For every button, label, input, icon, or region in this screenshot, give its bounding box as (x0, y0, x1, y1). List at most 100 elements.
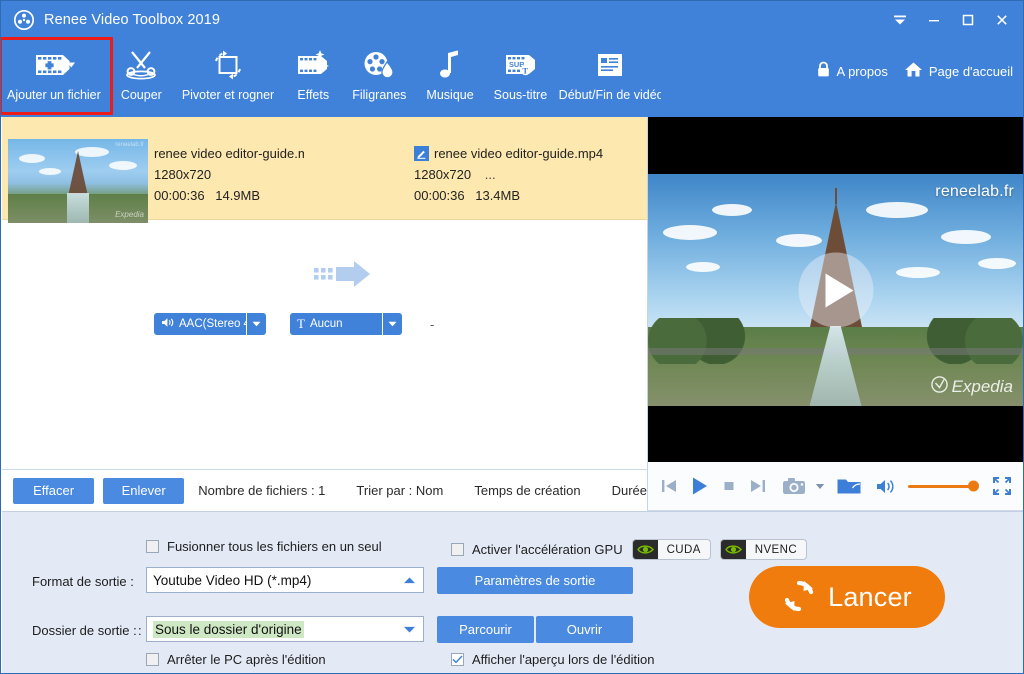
play-icon[interactable] (687, 474, 711, 498)
file-count-label: Nombre de fichiers : 1 (198, 483, 325, 498)
file-list[interactable]: reneelab.fr Expedia renee video editor-g… (2, 117, 648, 469)
close-button[interactable] (985, 5, 1019, 35)
source-duration-size: 00:00:36 14.9MB (154, 185, 304, 206)
cuda-badge: CUDA (632, 539, 711, 560)
toolbar-item-effets[interactable]: Effets (284, 39, 342, 113)
subtitle-icon: SUB T (503, 45, 537, 85)
add-file-icon (33, 45, 79, 85)
browse-button[interactable]: Parcourir (437, 616, 534, 643)
audio-chip-main[interactable]: AAC(Stereo 4 (154, 317, 246, 331)
title-bar: Renee Video Toolbox 2019 (1, 1, 1023, 39)
target-resolution-row: 1280x720 ... (414, 164, 644, 185)
app-window: Renee Video Toolbox 2019 (0, 0, 1024, 674)
thumbnail-watermark-top: reneelab.fr (115, 142, 144, 148)
subtitle-chip-main[interactable]: T Aucun (290, 316, 382, 332)
nvenc-badge: NVENC (720, 539, 807, 560)
toolbar-item-musique[interactable]: Musique (416, 39, 483, 113)
target-size: 13.4MB (475, 188, 520, 203)
toolbar-item-label: Début/Fin de vidéo (559, 88, 661, 102)
gpu-acceleration-checkbox[interactable] (451, 543, 464, 556)
text-t-icon: T (297, 316, 305, 332)
maximize-button[interactable] (951, 5, 985, 35)
caret-up-icon[interactable] (403, 573, 416, 588)
fullscreen-icon[interactable] (991, 475, 1013, 497)
about-link[interactable]: A propos (816, 61, 888, 81)
homepage-link[interactable]: Page d'accueil (904, 61, 1013, 81)
film-reel-icon (13, 9, 35, 31)
skip-previous-icon[interactable] (658, 475, 680, 497)
camera-icon[interactable] (782, 475, 808, 497)
source-size: 14.9MB (215, 188, 260, 203)
stop-icon[interactable] (718, 475, 740, 497)
open-button[interactable]: Ouvrir (536, 616, 633, 643)
merge-files-checkbox[interactable] (146, 540, 159, 553)
scissors-icon (123, 45, 159, 85)
play-overlay-icon[interactable] (798, 253, 873, 328)
creation-time-label[interactable]: Temps de création (474, 483, 580, 498)
output-folder-select[interactable]: Sous le dossier d'origine (146, 616, 424, 642)
output-format-select[interactable]: Youtube Video HD (*.mp4) (146, 567, 424, 593)
nvidia-eye-icon (633, 540, 658, 559)
toolbar-item-sous-titre[interactable]: SUB T Sous-titre (484, 39, 558, 113)
toolbar-links: A propos Page d'accueil (816, 61, 1013, 81)
shutdown-pc-checkbox[interactable] (146, 653, 159, 666)
rotate-crop-icon (211, 45, 245, 85)
skip-next-icon[interactable] (747, 475, 769, 497)
row-extra-text: - (430, 317, 434, 332)
window-controls (883, 1, 1019, 39)
nvenc-badge-label: NVENC (746, 544, 806, 556)
launch-button-label: Lancer (828, 582, 912, 613)
launch-button[interactable]: Lancer (749, 566, 945, 628)
duration-label[interactable]: Durée (612, 483, 647, 498)
target-file-name-row: renee video editor-guide.mp4 (414, 143, 644, 164)
target-file-name: renee video editor-guide.mp4 (434, 143, 603, 164)
menu-collapse-button[interactable] (883, 5, 917, 35)
output-format-value: Youtube Video HD (*.mp4) (153, 573, 311, 588)
volume-slider-knob[interactable] (968, 481, 979, 492)
audio-track-chip[interactable]: AAC(Stereo 4 (154, 313, 266, 335)
toolbar-item-label: Pivoter et rogner (182, 88, 274, 102)
toolbar-item-label: Musique (426, 88, 473, 102)
refresh-circle-icon (782, 579, 816, 616)
toolbar-item-add-file[interactable]: Ajouter un fichier (1, 39, 111, 113)
source-duration: 00:00:36 (154, 188, 205, 203)
speaker-icon (161, 317, 174, 331)
edit-pencil-icon[interactable] (414, 146, 429, 161)
camera-dropdown-icon[interactable] (815, 483, 825, 490)
thumbnail-watermark-bottom: Expedia (115, 210, 144, 219)
subtitle-chip-dropdown[interactable] (382, 313, 402, 335)
intro-outro-icon (594, 45, 626, 85)
effects-film-sparkle-icon (295, 45, 331, 85)
output-settings-button[interactable]: Paramètres de sortie (437, 567, 633, 594)
file-list-row[interactable]: reneelab.fr Expedia renee video editor-g… (2, 117, 647, 220)
music-note-icon (436, 45, 464, 85)
track-chips: AAC(Stereo 4 T Aucun - (154, 313, 434, 335)
subtitle-track-chip[interactable]: T Aucun (290, 313, 402, 335)
source-resolution: 1280x720 (154, 164, 304, 185)
clear-button[interactable]: Effacer (13, 478, 94, 504)
minimize-button[interactable] (917, 5, 951, 35)
gpu-acceleration-row: Activer l'accélération GPU CUDA (451, 539, 807, 560)
show-preview-row: Afficher l'aperçu lors de l'édition (451, 652, 655, 667)
speaker-icon[interactable] (875, 477, 897, 496)
toolbar-item-pivoter-rogner[interactable]: Pivoter et rogner (172, 39, 284, 113)
toolbar-item-debut-fin-video[interactable]: Début/Fin de vidéo (557, 39, 662, 113)
caret-down-icon[interactable] (403, 622, 416, 637)
folder-icon[interactable] (836, 475, 862, 497)
folder-buttons: Parcourir Ouvrir (437, 616, 633, 643)
shutdown-pc-label: Arrêter le PC après l'édition (167, 652, 326, 667)
settings-panel: Fusionner tous les fichiers en un seul A… (2, 511, 1024, 674)
volume-slider[interactable] (908, 485, 976, 488)
main-toolbar: Ajouter un fichier Couper (1, 39, 1023, 117)
lock-icon (816, 61, 831, 81)
sort-by-label[interactable]: Trier par : Nom (356, 483, 443, 498)
remove-button[interactable]: Enlever (103, 478, 184, 504)
cuda-badge-label: CUDA (658, 544, 710, 556)
toolbar-item-couper[interactable]: Couper (111, 39, 172, 113)
video-preview[interactable]: reneelab.fr Expedia (648, 117, 1023, 462)
audio-chip-dropdown[interactable] (246, 313, 266, 335)
target-duration: 00:00:36 (414, 188, 465, 203)
target-more[interactable]: ... (485, 167, 496, 182)
toolbar-item-filigranes[interactable]: Filigranes (342, 39, 416, 113)
show-preview-checkbox[interactable] (451, 653, 464, 666)
